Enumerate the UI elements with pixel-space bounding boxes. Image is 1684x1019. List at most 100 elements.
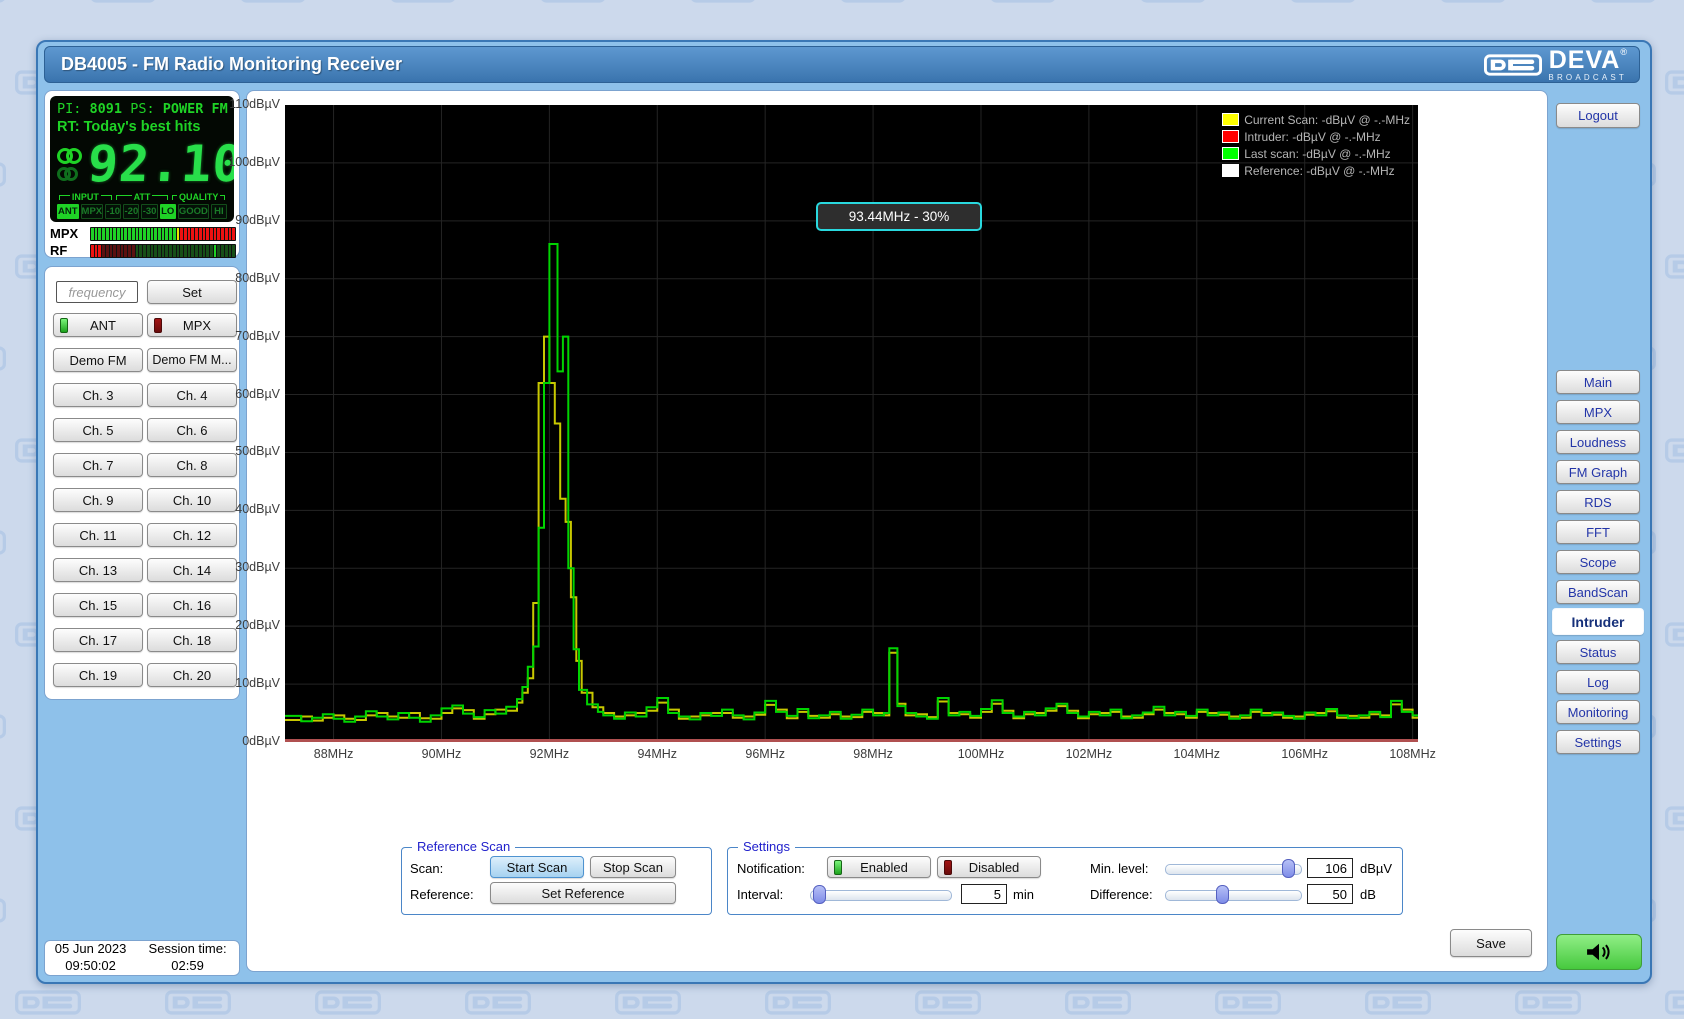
meter-segment [121, 228, 124, 240]
lcd-cell-mpx: MPX [81, 204, 104, 219]
brand-sub: BROADCAST [1548, 74, 1627, 82]
channel-button-9[interactable]: Ch. 9 [53, 488, 143, 512]
tab-fm-graph[interactable]: FM Graph [1556, 460, 1640, 484]
meter-segment [217, 228, 220, 240]
save-button[interactable]: Save [1450, 929, 1532, 957]
difference-slider-thumb[interactable] [1216, 885, 1229, 904]
legend-swatch-icon [1222, 164, 1239, 177]
channel-button-11[interactable]: Ch. 11 [53, 523, 143, 547]
reference-scan-legend: Reference Scan [412, 839, 515, 854]
meter-segment [106, 245, 109, 257]
notification-enabled-button[interactable]: Enabled [827, 856, 931, 878]
meter-segment [210, 228, 213, 240]
y-tick-label: 40dBµV [218, 502, 280, 516]
channel-button-6[interactable]: Ch. 6 [147, 418, 237, 442]
difference-slider[interactable] [1165, 890, 1302, 901]
audio-mute-button[interactable] [1556, 934, 1642, 970]
difference-label: Difference: [1090, 887, 1153, 902]
tab-status[interactable]: Status [1556, 640, 1640, 664]
meter-segment [203, 245, 206, 257]
x-tick-label: 98MHz [841, 747, 905, 761]
interval-slider[interactable] [810, 890, 952, 901]
channel-button-17[interactable]: Ch. 17 [53, 628, 143, 652]
frequency-input[interactable] [56, 281, 138, 303]
meter-segment [151, 245, 154, 257]
preset-button-demo-fm-m[interactable]: Demo FM M... [147, 348, 237, 372]
tab-rds[interactable]: RDS [1556, 490, 1640, 514]
channel-button-16[interactable]: Ch. 16 [147, 593, 237, 617]
legend-swatch-icon [1222, 130, 1239, 143]
meter-segment [162, 228, 165, 240]
watermark-logo-icon [1665, 990, 1684, 1019]
channel-button-3[interactable]: Ch. 3 [53, 383, 143, 407]
tab-monitoring[interactable]: Monitoring [1556, 700, 1640, 724]
meter-segment [184, 228, 187, 240]
watermark-logo-icon [1665, 70, 1684, 100]
tab-main[interactable]: Main [1556, 370, 1640, 394]
difference-value[interactable]: 50 [1307, 884, 1353, 904]
min-level-value[interactable]: 106 [1307, 858, 1353, 878]
meter-segment [128, 245, 131, 257]
meter-segment [184, 245, 187, 257]
interval-value[interactable]: 5 [961, 884, 1007, 904]
meter-segment [225, 245, 228, 257]
tab-mpx[interactable]: MPX [1556, 400, 1640, 424]
y-tick-label: 100dBµV [218, 155, 280, 169]
reference-label: Reference: [410, 887, 474, 902]
meter-segment [139, 245, 142, 257]
watermark-logo-icon [0, 162, 6, 192]
watermark-logo-icon [690, 0, 756, 8]
tab-log[interactable]: Log [1556, 670, 1640, 694]
brand-name: DEVA [1549, 46, 1621, 74]
meter-segment [162, 245, 165, 257]
lcd-cell--20: -20 [123, 204, 139, 219]
channel-button-15[interactable]: Ch. 15 [53, 593, 143, 617]
channel-button-7[interactable]: Ch. 7 [53, 453, 143, 477]
preset-button-demo-fm[interactable]: Demo FM [53, 348, 143, 372]
bandscan-chart[interactable]: Current Scan: -dBµV @ -.-MHzIntruder: -d… [285, 105, 1418, 742]
set-reference-button[interactable]: Set Reference [490, 882, 676, 904]
lcd-rds-line: PI: 8091 PS: POWER FM [57, 101, 227, 117]
tab-loudness[interactable]: Loudness [1556, 430, 1640, 454]
lcd-display: PI: 8091 PS: POWER FM RT: Today's best h… [50, 96, 234, 222]
meter-segment [154, 245, 157, 257]
watermark-logo-icon [1140, 0, 1206, 8]
lcd-cell-good: GOOD [178, 204, 209, 219]
ant-input-button[interactable]: ANT [53, 313, 143, 337]
channel-button-19[interactable]: Ch. 19 [53, 663, 143, 687]
tab-fft[interactable]: FFT [1556, 520, 1640, 544]
watermark-logo-icon [1665, 622, 1684, 652]
watermark-logo-icon [90, 0, 156, 8]
watermark-logo-icon [0, 714, 6, 744]
channel-button-13[interactable]: Ch. 13 [53, 558, 143, 582]
tab-settings[interactable]: Settings [1556, 730, 1640, 754]
start-scan-button[interactable]: Start Scan [490, 856, 584, 878]
logout-button[interactable]: Logout [1556, 103, 1640, 128]
title-bar: DB4005 - FM Radio Monitoring Receiver DE… [44, 46, 1640, 83]
watermark-logo-icon [390, 0, 456, 8]
stop-scan-button[interactable]: Stop Scan [590, 856, 676, 878]
meter-segment [113, 228, 116, 240]
notification-disabled-button[interactable]: Disabled [937, 856, 1041, 878]
tab-scope[interactable]: Scope [1556, 550, 1640, 574]
lcd-cell-lo: LO [160, 204, 176, 219]
interval-slider-thumb[interactable] [813, 885, 826, 904]
channel-button-12[interactable]: Ch. 12 [147, 523, 237, 547]
meter-segment [132, 245, 135, 257]
min-level-slider-thumb[interactable] [1282, 859, 1295, 878]
meter-segment [214, 245, 217, 257]
difference-unit: dB [1360, 887, 1376, 902]
enabled-led-icon [834, 860, 842, 875]
meter-segment [121, 245, 124, 257]
watermark-logo-icon [1665, 254, 1684, 284]
watermark-logo-icon [240, 0, 306, 8]
y-tick-label: 80dBµV [218, 271, 280, 285]
y-tick-label: 30dBµV [218, 560, 280, 574]
stereo-indicator-icon [57, 148, 82, 181]
y-tick-label: 50dBµV [218, 444, 280, 458]
min-level-slider[interactable] [1165, 864, 1302, 875]
meter-segment [203, 228, 206, 240]
channel-button-5[interactable]: Ch. 5 [53, 418, 143, 442]
tab-intruder[interactable]: Intruder [1552, 608, 1644, 635]
tab-bandscan[interactable]: BandScan [1556, 580, 1640, 604]
